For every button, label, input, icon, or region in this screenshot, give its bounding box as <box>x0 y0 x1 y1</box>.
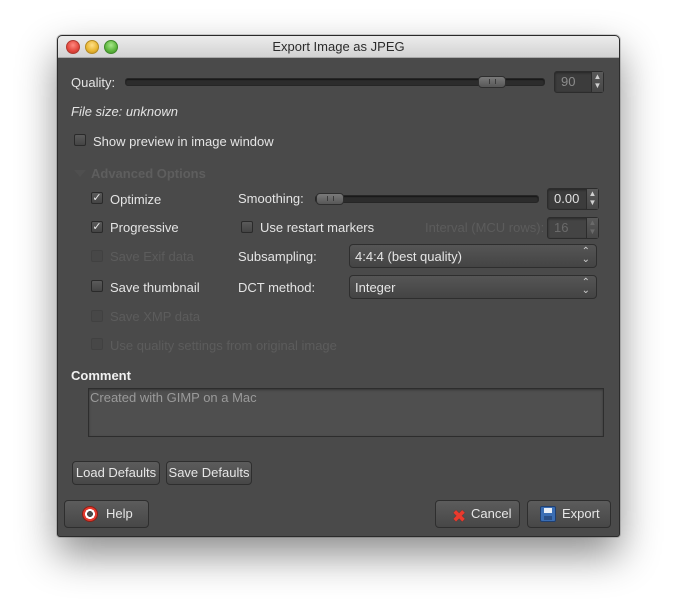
show-preview-checkbox[interactable] <box>74 134 86 146</box>
save-thumbnail-checkbox[interactable] <box>91 280 103 292</box>
use-quality-settings-label: Use quality settings from original image <box>110 338 337 353</box>
smoothing-value: 0.00 <box>554 191 580 206</box>
dct-method-value: Integer <box>355 280 396 295</box>
lifebuoy-icon <box>82 506 98 522</box>
export-button-label: Export <box>562 506 600 521</box>
advanced-options-header[interactable]: Advanced Options <box>91 166 206 181</box>
smoothing-slider[interactable] <box>315 195 539 203</box>
quality-slider-thumb[interactable] <box>478 76 506 88</box>
window-title: Export Image as JPEG <box>272 39 405 54</box>
save-thumbnail-label[interactable]: Save thumbnail <box>110 280 200 295</box>
expander-icon[interactable] <box>74 170 86 177</box>
smoothing-stepper-arrows[interactable]: ▲ ▼ <box>586 189 598 209</box>
comment-label: Comment <box>71 368 131 383</box>
smoothing-spinner[interactable]: 0.00 ▲ ▼ <box>547 188 599 210</box>
progressive-checkbox[interactable]: ✓ <box>91 221 103 233</box>
red-x-icon: ✖ <box>452 507 467 526</box>
optimize-label[interactable]: Optimize <box>110 192 161 207</box>
interval-spinner[interactable]: 16 ▲ ▼ <box>547 217 599 239</box>
updown-chevron-icon: ⌃ ⌄ <box>581 246 590 265</box>
floppy-disk-icon <box>540 506 556 522</box>
optimize-checkbox[interactable]: ✓ <box>91 192 103 204</box>
dct-method-select[interactable]: Integer ⌃ ⌄ <box>349 275 597 299</box>
quality-value: 90 <box>561 74 576 89</box>
interval-label: Interval (MCU rows): <box>425 220 545 235</box>
comment-textarea[interactable]: Created with GIMP on a Mac <box>88 388 604 437</box>
smoothing-slider-thumb[interactable] <box>316 193 344 205</box>
interval-value: 16 <box>554 220 569 235</box>
progressive-label[interactable]: Progressive <box>110 220 179 235</box>
subsampling-value: 4:4:4 (best quality) <box>355 249 462 264</box>
help-button-label: Help <box>106 506 133 521</box>
cancel-button-label: Cancel <box>471 506 512 521</box>
load-defaults-button[interactable]: Load Defaults <box>72 461 160 485</box>
save-xmp-label: Save XMP data <box>110 309 201 324</box>
export-jpeg-dialog: Export Image as JPEG Quality: 90 ▲ ▼ File… <box>57 35 620 537</box>
restart-markers-checkbox[interactable] <box>241 221 253 233</box>
quality-label: Quality: <box>71 75 116 90</box>
export-button[interactable]: Export <box>527 500 611 528</box>
show-preview-label[interactable]: Show preview in image window <box>93 134 274 149</box>
use-quality-settings-checkbox[interactable] <box>91 338 103 350</box>
help-button[interactable]: Help <box>64 500 149 528</box>
dct-method-label: DCT method: <box>238 280 316 295</box>
save-defaults-button[interactable]: Save Defaults <box>166 461 252 485</box>
file-size-label: File size: unknown <box>71 104 178 119</box>
cancel-button[interactable]: ✖ Cancel <box>435 500 520 528</box>
quality-stepper-arrows[interactable]: ▲ ▼ <box>591 72 603 92</box>
title-bar: Export Image as JPEG <box>58 36 619 58</box>
updown-chevron-icon: ⌃ ⌄ <box>581 277 590 296</box>
smoothing-label: Smoothing: <box>238 191 304 206</box>
interval-stepper-arrows[interactable]: ▲ ▼ <box>586 218 598 238</box>
save-exif-label: Save Exif data <box>110 249 194 264</box>
save-xmp-checkbox[interactable] <box>91 310 103 322</box>
restart-markers-label[interactable]: Use restart markers <box>260 220 374 235</box>
subsampling-label: Subsampling: <box>238 249 317 264</box>
save-exif-checkbox[interactable] <box>91 250 103 262</box>
subsampling-select[interactable]: 4:4:4 (best quality) ⌃ ⌄ <box>349 244 597 268</box>
quality-spinner[interactable]: 90 ▲ ▼ <box>554 71 604 93</box>
